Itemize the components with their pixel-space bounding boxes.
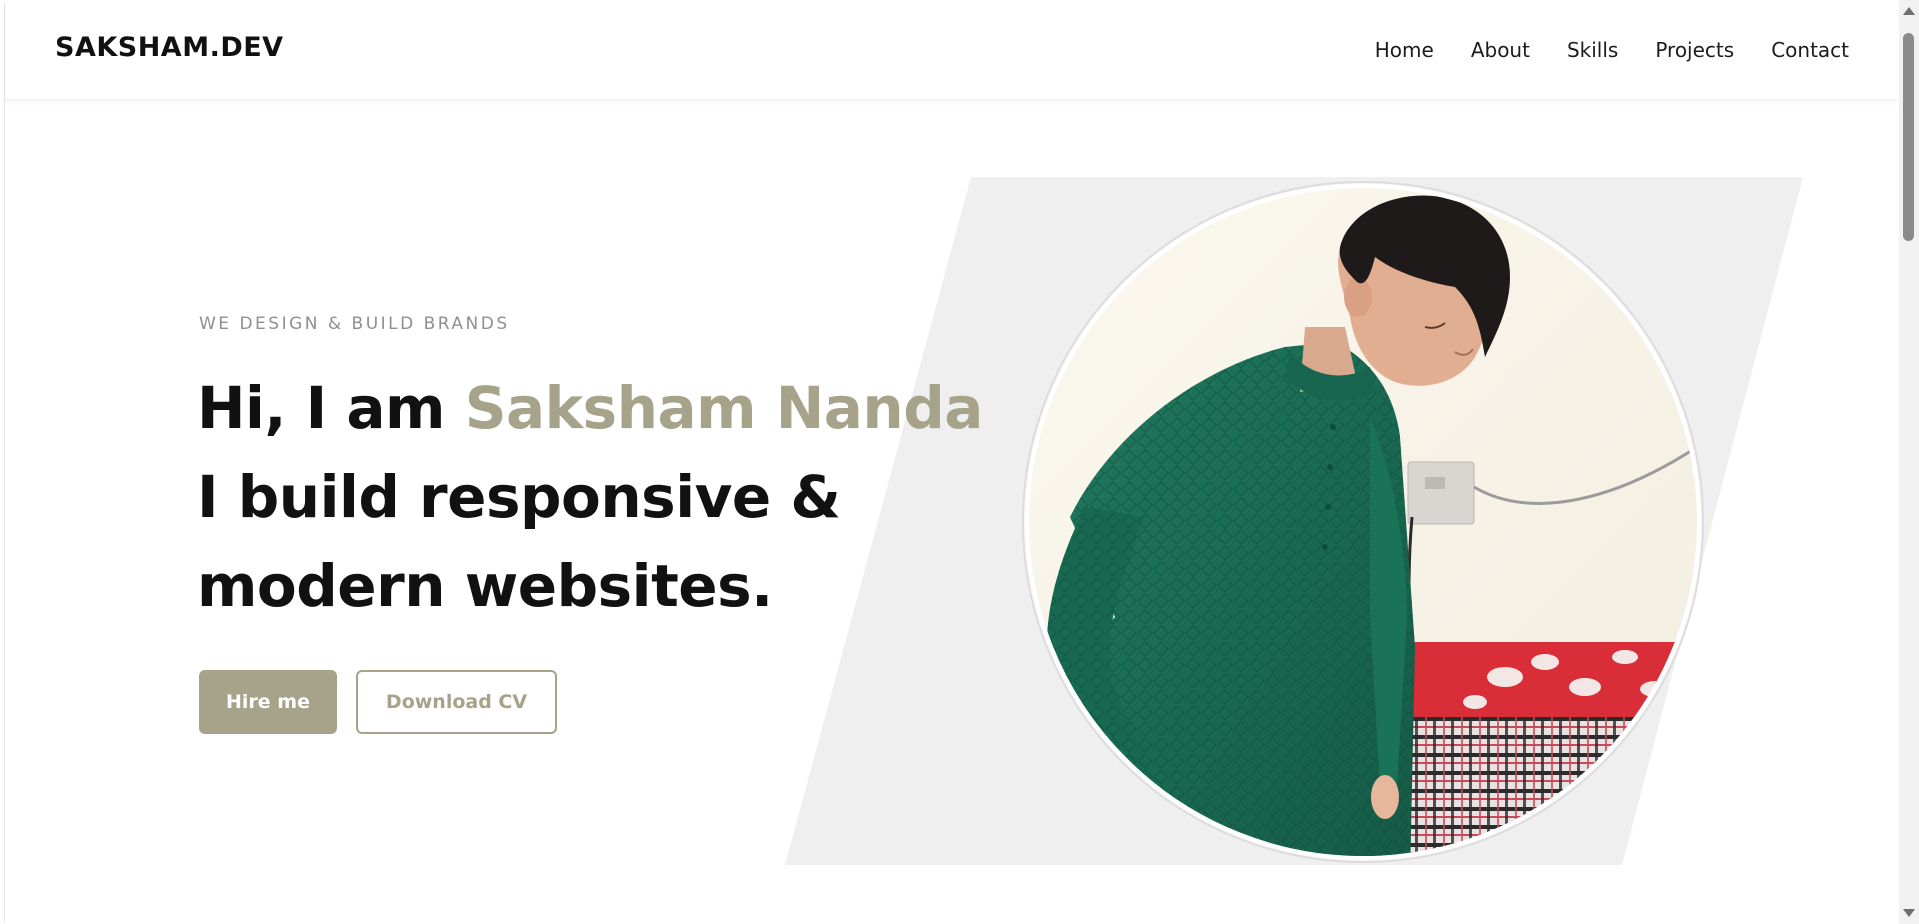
scroll-thumb[interactable] [1903,33,1914,241]
browser-viewport: SAKSHAM.DEV Home About Skills Projects C… [0,0,1919,924]
nav-projects[interactable]: Projects [1655,38,1734,62]
download-cv-button[interactable]: Download CV [356,670,557,734]
nav-home[interactable]: Home [1375,38,1434,62]
site-header: SAKSHAM.DEV Home About Skills Projects C… [5,2,1899,100]
headline-line-3: modern websites. [197,552,773,620]
hire-me-button[interactable]: Hire me [199,670,337,734]
headline-line-2: I build responsive & [197,463,841,531]
page-frame: SAKSHAM.DEV Home About Skills Projects C… [4,2,1899,922]
nav-skills[interactable]: Skills [1567,38,1618,62]
main-nav: Home About Skills Projects Contact [1338,38,1849,62]
vertical-scrollbar[interactable] [1899,0,1919,924]
nav-contact[interactable]: Contact [1771,38,1849,62]
scroll-up-arrow-icon[interactable] [1903,7,1915,15]
headline-line-1: Hi, I am Saksham Nanda [197,364,983,453]
headline-name: Saksham Nanda [464,374,984,442]
nav-about[interactable]: About [1471,38,1530,62]
hero-headline: Hi, I am Saksham Nanda I build responsiv… [197,364,983,631]
headline-greeting: Hi, I am [197,374,465,442]
site-logo[interactable]: SAKSHAM.DEV [55,32,284,63]
hero-eyebrow: WE DESIGN & BUILD BRANDS [199,314,510,334]
scroll-down-arrow-icon[interactable] [1903,909,1915,917]
